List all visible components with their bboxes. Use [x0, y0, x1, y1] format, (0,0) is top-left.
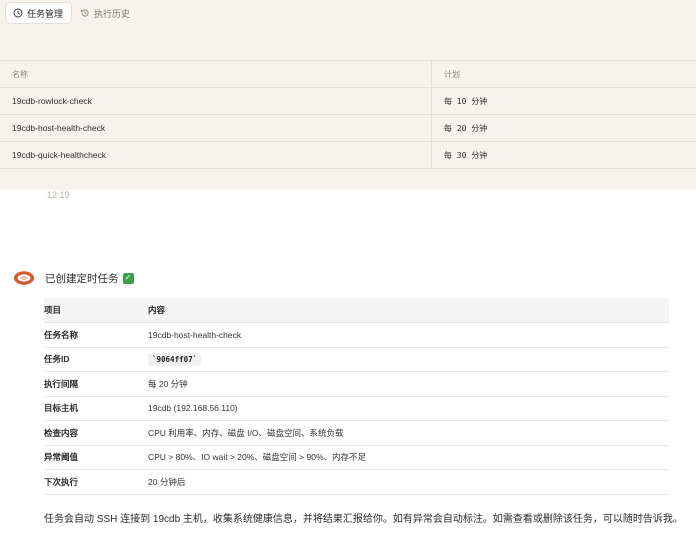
message-title-text: 已创建定时任务 — [45, 272, 119, 285]
info-value: CPU 利用率、内存、磁盘 I/O、磁盘空间、系统负载 — [148, 420, 669, 446]
info-key: 异常阈值 — [44, 445, 148, 470]
assistant-avatar-icon — [13, 270, 35, 286]
history-icon — [80, 8, 90, 18]
tab-task-management[interactable]: 任务管理 — [6, 3, 72, 23]
info-key: 任务名称 — [44, 322, 148, 348]
message-timestamp: 12:19 — [47, 190, 70, 200]
task-name: 19cdb-host-health-check — [0, 115, 432, 141]
info-header-content: 内容 — [148, 298, 669, 323]
info-value: 19cdb (192.168.56.110) — [148, 396, 669, 421]
info-header-item: 项目 — [44, 298, 148, 323]
table-row: 异常阈值 CPU > 80%、IO wait > 20%、磁盘空间 > 90%、… — [44, 445, 669, 470]
table-row: 检查内容 CPU 利用率、内存、磁盘 I/O、磁盘空间、系统负载 — [44, 420, 669, 446]
check-mark-icon: ✓ — [122, 272, 134, 284]
table-row: 目标主机 19cdb (192.168.56.110) — [44, 396, 669, 421]
task-schedule: 每 10 分钟 — [444, 96, 488, 106]
task-table: 名称 计划 19cdb-rowlock-check 每 10 分钟 19cdb-… — [0, 60, 696, 169]
info-value: CPU > 80%、IO wait > 20%、磁盘空间 > 90%、内存不足 — [148, 445, 669, 470]
table-row: 执行间隔 每 20 分钟 — [44, 371, 669, 397]
task-schedule: 每 30 分钟 — [444, 150, 488, 160]
message-footer-text: 任务会自动 SSH 连接到 19cdb 主机，收集系统健康信息，并将结果汇报给你… — [44, 514, 683, 525]
info-key: 目标主机 — [44, 396, 148, 421]
table-header-row: 名称 计划 — [0, 61, 696, 88]
table-row[interactable]: 19cdb-quick-healthcheck 每 30 分钟 — [0, 142, 696, 169]
tab-execution-history[interactable]: 执行历史 — [73, 3, 138, 23]
task-schedule: 每 20 分钟 — [444, 123, 488, 133]
task-name: 19cdb-rowlock-check — [0, 88, 432, 114]
info-key: 执行间隔 — [44, 371, 148, 397]
table-row: 下次执行 20 分钟后 — [44, 469, 669, 495]
column-header-schedule[interactable]: 计划 — [432, 61, 696, 87]
task-id-code: `9064ff07` — [148, 352, 202, 366]
tab-label: 执行历史 — [94, 8, 131, 19]
message-title: 已创建定时任务 ✓ — [45, 270, 134, 286]
table-row: 任务名称 19cdb-host-health-check — [44, 322, 669, 348]
clock-icon — [13, 8, 23, 18]
info-key: 检查内容 — [44, 420, 148, 446]
info-value: 20 分钟后 — [148, 469, 669, 495]
page: 任务管理 执行历史 名称 计划 19cdb-rowlock-check 每 10… — [0, 0, 696, 546]
column-header-name[interactable]: 名称 — [0, 61, 432, 87]
tab-bar: 任务管理 执行历史 — [6, 3, 138, 23]
task-name: 19cdb-quick-healthcheck — [0, 142, 432, 168]
table-row: 任务ID `9064ff07` — [44, 347, 669, 372]
info-key: 下次执行 — [44, 469, 148, 495]
info-table-header: 项目 内容 — [44, 298, 669, 323]
info-value-cell: `9064ff07` — [148, 347, 669, 372]
task-info-table: 项目 内容 任务名称 19cdb-host-health-check 任务ID … — [44, 298, 669, 495]
tab-label: 任务管理 — [27, 8, 64, 19]
info-value: 19cdb-host-health-check — [148, 322, 669, 348]
task-panel: 任务管理 执行历史 名称 计划 19cdb-rowlock-check 每 10… — [0, 0, 696, 190]
table-row[interactable]: 19cdb-rowlock-check 每 10 分钟 — [0, 88, 696, 115]
info-key: 任务ID — [44, 347, 148, 372]
table-row[interactable]: 19cdb-host-health-check 每 20 分钟 — [0, 115, 696, 142]
info-value: 每 20 分钟 — [148, 371, 669, 397]
